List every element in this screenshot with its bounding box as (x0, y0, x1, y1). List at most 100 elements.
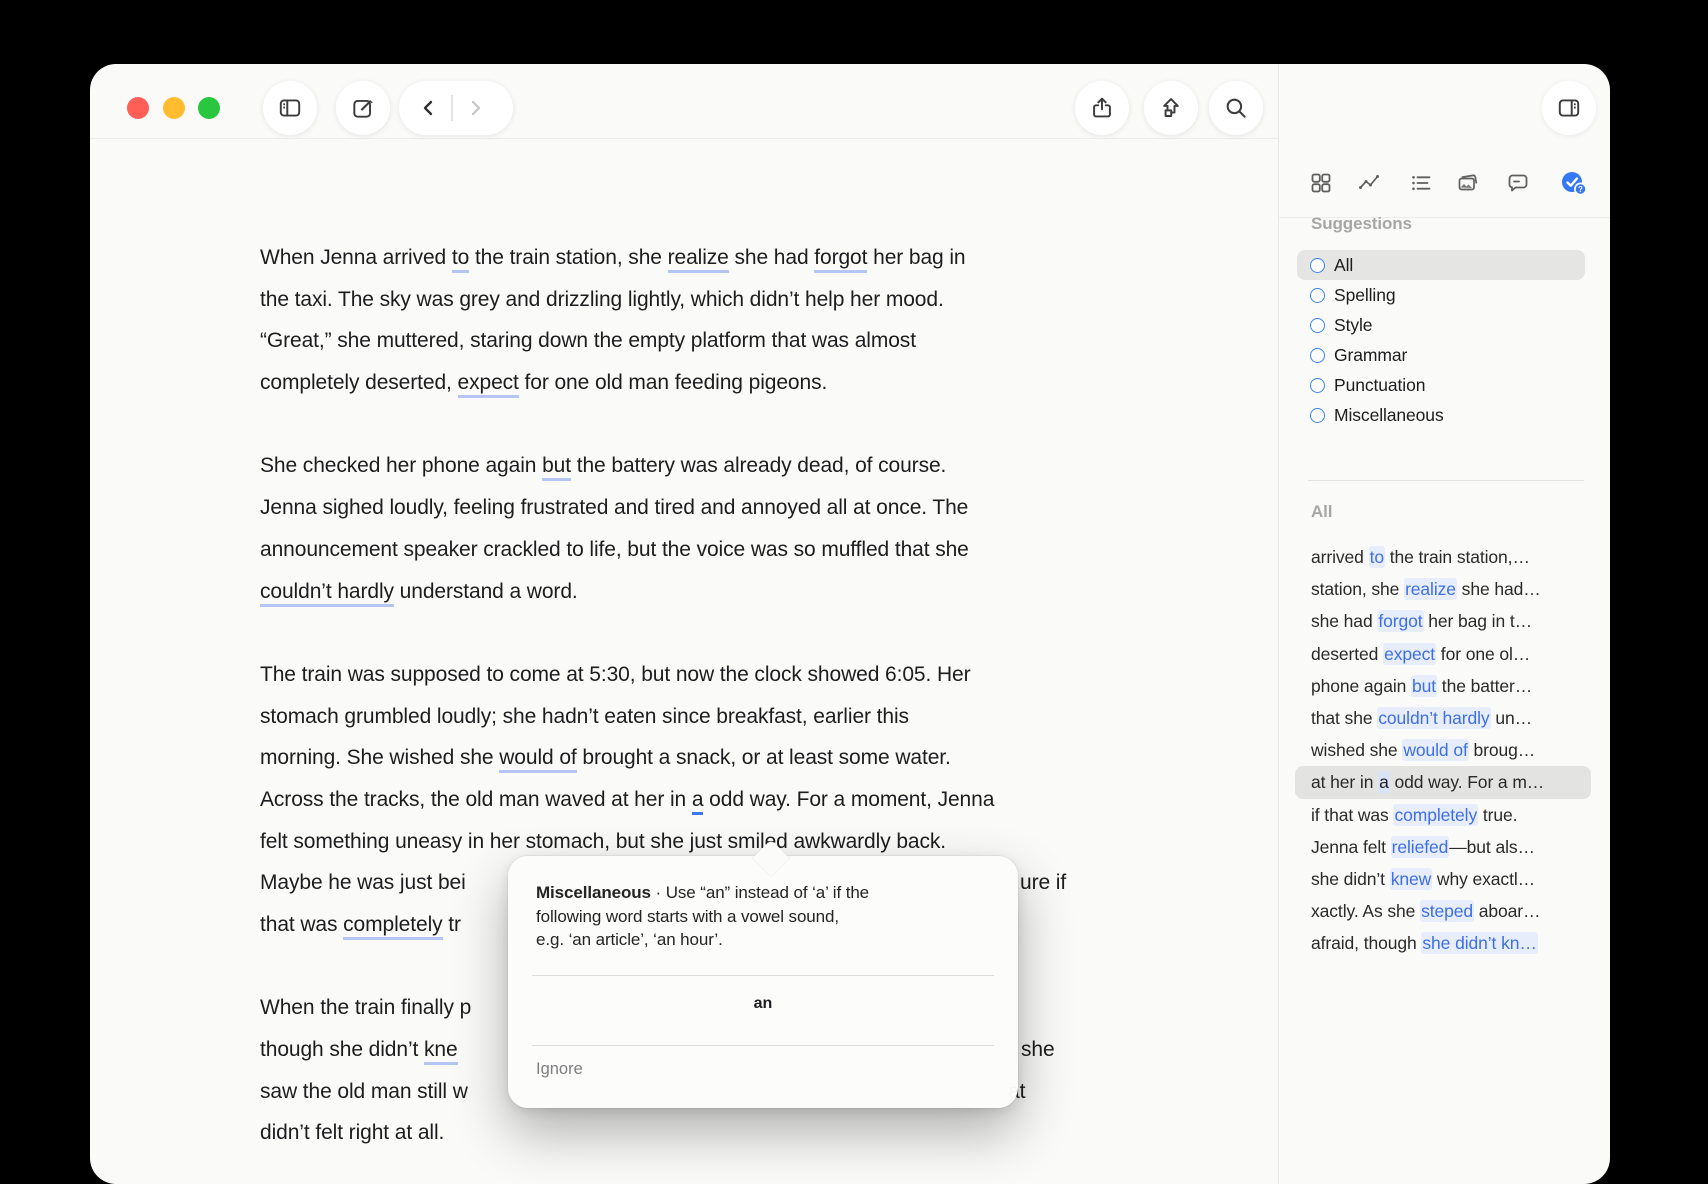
radio-icon (1310, 408, 1325, 423)
close-window-button[interactable] (127, 97, 149, 119)
navigation-group (399, 81, 513, 135)
filter-label: Punctuation (1334, 375, 1425, 396)
highlighted-word[interactable]: forgot (1377, 610, 1423, 632)
document-line: announcement speaker crackled to life, b… (260, 529, 1220, 571)
compose-icon (350, 95, 376, 121)
stats-button[interactable] (1357, 171, 1381, 195)
suggestion-replacement-button[interactable]: an (508, 994, 1018, 1014)
flagged-word[interactable]: forgot (814, 246, 867, 273)
filter-spelling[interactable]: Spelling (1297, 280, 1585, 310)
suggestion-list-item[interactable]: deserted expect for one ol… (1295, 638, 1591, 670)
suggestion-list-item[interactable]: at her in a odd way. For a m… (1295, 766, 1591, 798)
right-panel-toggle-button[interactable] (1542, 81, 1596, 135)
text-run: odd way. For a moment, Jenna (703, 788, 994, 811)
suggestion-list-item[interactable]: that she couldn’t hardly un… (1295, 702, 1591, 734)
text-run: When the train finally p (260, 996, 471, 1019)
filter-all[interactable]: All (1297, 250, 1585, 280)
filter-grammar[interactable]: Grammar (1297, 340, 1585, 370)
search-button[interactable] (1209, 81, 1263, 135)
sidebar-toggle-button[interactable] (263, 81, 317, 135)
text-run: Jenna felt (1311, 837, 1391, 857)
back-button[interactable] (407, 81, 451, 135)
highlighted-word[interactable]: completely (1393, 804, 1478, 826)
suggestion-list-item[interactable]: phone again but the batter… (1295, 670, 1591, 702)
text-run: Maybe he was just bei (260, 871, 466, 894)
ignore-button[interactable]: Ignore (536, 1060, 583, 1079)
flagged-word[interactable]: but (542, 454, 571, 481)
highlighted-word[interactable]: steped (1420, 900, 1474, 922)
flagged-word[interactable]: realize (668, 246, 729, 273)
text-run: that she (1311, 708, 1377, 728)
filter-style[interactable]: Style (1297, 310, 1585, 340)
suggestion-list-item[interactable]: Jenna felt reliefed—but als… (1295, 831, 1591, 863)
highlighted-word[interactable]: but (1411, 675, 1437, 697)
document-line: When Jenna arrived to the train station,… (260, 237, 1220, 279)
document-line: couldn’t hardly understand a word. (260, 571, 1220, 613)
document-line: Jenna sighed loudly, feeling frustrated … (260, 487, 1220, 529)
compose-button[interactable] (336, 81, 390, 135)
suggestion-list-item[interactable]: wished she would of broug… (1295, 734, 1591, 766)
text-run: she didn’t (1311, 869, 1390, 889)
highlighted-word[interactable]: realize (1404, 578, 1457, 600)
proofread-icon: ? (1560, 170, 1584, 197)
text-run: station, she (1311, 579, 1404, 599)
media-button[interactable] (1456, 171, 1480, 195)
text-run: announcement speaker crackled to life, b… (260, 538, 969, 561)
proofread-button[interactable]: ? (1560, 170, 1584, 194)
suggestion-list-item[interactable]: arrived to the train station,… (1295, 541, 1591, 573)
text-run: brought a snack, or at least some water. (577, 746, 951, 769)
text-run: ure if (1020, 862, 1066, 904)
share-icon (1089, 95, 1115, 121)
text-run: deserted (1311, 644, 1383, 664)
flagged-word[interactable]: would of (499, 746, 576, 773)
suggestion-list-item[interactable]: station, she realize she had… (1295, 573, 1591, 605)
flagged-word[interactable]: to (452, 246, 469, 273)
publish-button[interactable] (1144, 81, 1198, 135)
radio-icon (1310, 348, 1325, 363)
text-run: the train station, she (469, 246, 667, 269)
minimize-window-button[interactable] (163, 97, 185, 119)
sidebar-divider (1278, 64, 1279, 1184)
highlighted-word[interactable]: she didn’t kn… (1421, 932, 1537, 954)
filter-punctuation[interactable]: Punctuation (1297, 370, 1585, 400)
flagged-word[interactable]: expect (458, 371, 519, 398)
highlighted-word[interactable]: couldn’t hardly (1377, 707, 1490, 729)
flagged-word[interactable]: a (692, 788, 704, 815)
outline-button[interactable] (1409, 171, 1433, 195)
highlighted-word[interactable]: would of (1402, 739, 1468, 761)
suggestion-list-item[interactable]: afraid, though she didn’t kn… (1295, 927, 1591, 959)
titlebar-divider (90, 138, 1278, 139)
filter-miscellaneous[interactable]: Miscellaneous (1297, 400, 1585, 430)
all-section-header: All (1311, 502, 1332, 522)
text-run: “Great,” she muttered, staring down the … (260, 329, 916, 352)
grid-icon (1309, 171, 1333, 195)
highlighted-word[interactable]: a (1378, 771, 1390, 793)
text-run: broug… (1469, 740, 1535, 760)
list-icon (1409, 171, 1433, 195)
flagged-word[interactable]: completely (343, 913, 442, 940)
flagged-word[interactable]: kne (424, 1038, 458, 1065)
text-run: saw the old man still w (260, 1080, 468, 1103)
share-button[interactable] (1075, 81, 1129, 135)
suggestion-list-item[interactable]: she didn’t knew why exactl… (1295, 863, 1591, 895)
highlighted-word[interactable]: expect (1383, 643, 1436, 665)
suggestion-list-item[interactable]: if that was completely true. (1295, 799, 1591, 831)
highlighted-word[interactable]: knew (1390, 868, 1432, 890)
comments-button[interactable] (1506, 171, 1530, 195)
text-run: felt something uneasy in her stomach, bu… (260, 830, 946, 853)
text-run: she (1021, 1029, 1055, 1071)
zoom-window-button[interactable] (198, 97, 220, 119)
text-run: arrived (1311, 547, 1369, 567)
search-icon (1223, 95, 1249, 121)
highlighted-word[interactable]: reliefed (1391, 836, 1450, 858)
radio-icon (1310, 318, 1325, 333)
suggestion-list-item[interactable]: she had forgot her bag in t… (1295, 605, 1591, 637)
forward-button[interactable] (453, 81, 497, 135)
highlighted-word[interactable]: to (1369, 546, 1385, 568)
suggestion-list-item[interactable]: xactly. As she steped aboar… (1295, 895, 1591, 927)
text-run: The train was supposed to come at 5:30, … (260, 663, 971, 686)
flagged-word[interactable]: couldn’t hardly (260, 580, 394, 607)
grid-view-button[interactable] (1309, 171, 1333, 195)
document-line: stomach grumbled loudly; she hadn’t eate… (260, 696, 1220, 738)
filter-label: Grammar (1334, 345, 1407, 366)
